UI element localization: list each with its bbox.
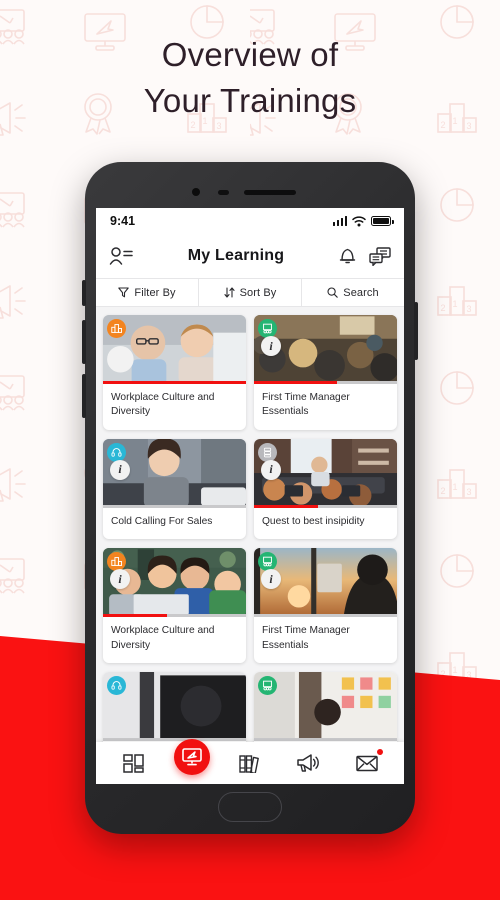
bell-icon[interactable] — [339, 247, 356, 266]
headline-line-1: Overview of — [161, 36, 339, 73]
sort-by-label: Sort By — [239, 286, 277, 299]
course-thumbnail: i — [254, 548, 397, 615]
dashboard-grid-icon — [122, 753, 144, 773]
presentation-icon — [263, 323, 272, 334]
course-title: First Time Manager Essentials — [262, 625, 350, 651]
search-label: Search — [343, 286, 379, 299]
headset-icon — [111, 448, 122, 457]
category-badge — [258, 442, 277, 462]
card-row: i Workplace Culture and Diversity i Firs… — [103, 548, 397, 664]
info-button[interactable]: i — [261, 459, 281, 480]
card-row: Workplace Culture and Diversity i First … — [103, 315, 397, 430]
nav-dashboard[interactable] — [113, 743, 153, 783]
course-title: Workplace Culture and Diversity — [111, 392, 215, 418]
course-thumbnail — [103, 315, 246, 381]
course-thumbnail: i — [103, 438, 246, 505]
megaphone-icon — [297, 754, 320, 772]
active-nav-circle[interactable] — [173, 739, 210, 775]
bottom-navigation — [96, 739, 404, 784]
search-icon — [327, 287, 339, 298]
course-card-list[interactable]: Workplace Culture and Diversity i First … — [96, 307, 404, 742]
course-thumbnail: i — [254, 438, 397, 505]
filter-icon — [118, 287, 130, 298]
monitor-learning-icon — [181, 748, 202, 766]
info-button[interactable]: i — [110, 459, 130, 480]
course-title: Workplace Culture and Diversity — [111, 625, 215, 651]
envelope-icon — [356, 755, 378, 771]
battery-full-icon — [371, 216, 394, 226]
phone-mockup: 9:41 My Learning Filter By Sort By Searc… — [82, 162, 418, 834]
status-bar: 9:41 — [96, 208, 404, 234]
phone-volume-down-button — [82, 374, 86, 418]
search-button[interactable]: Search — [301, 279, 404, 306]
headset-icon — [111, 681, 122, 691]
course-card[interactable]: i Cold Calling For Sales — [103, 438, 246, 540]
course-card[interactable] — [254, 672, 397, 742]
course-thumbnail: i — [103, 548, 246, 615]
progress-bar — [254, 381, 397, 384]
category-badge — [107, 319, 126, 338]
profile-list-icon[interactable] — [109, 246, 133, 266]
filter-by-button[interactable]: Filter By — [96, 279, 198, 306]
presentation-icon — [263, 681, 272, 691]
nav-inbox[interactable] — [347, 743, 387, 783]
podium-icon — [111, 557, 122, 567]
progress-bar — [103, 614, 246, 618]
app-header: My Learning — [96, 234, 404, 278]
course-thumbnail — [103, 672, 246, 739]
filter-by-label: Filter By — [134, 286, 176, 299]
presentation-icon — [263, 557, 272, 567]
course-card[interactable]: i First Time Manager Essentials — [254, 548, 397, 664]
home-button[interactable] — [218, 792, 282, 822]
course-card[interactable]: Workplace Culture and Diversity — [103, 315, 246, 430]
books-icon — [239, 754, 260, 773]
course-card[interactable] — [103, 672, 246, 742]
progress-bar — [103, 738, 246, 742]
signal-bars-icon — [332, 216, 347, 226]
progress-bar — [103, 504, 246, 508]
card-row — [103, 672, 397, 742]
course-card[interactable]: i Workplace Culture and Diversity — [103, 548, 246, 664]
phone-power-button — [414, 302, 418, 360]
phone-mute-button — [82, 280, 86, 306]
progress-bar — [254, 504, 397, 508]
phone-screen: 9:41 My Learning Filter By Sort By Searc… — [96, 208, 404, 784]
sort-by-button[interactable]: Sort By — [198, 279, 301, 306]
podium-icon — [111, 324, 122, 333]
progress-bar — [103, 381, 246, 384]
status-time: 9:41 — [110, 214, 136, 228]
nav-announcements[interactable] — [288, 743, 328, 783]
phone-volume-up-button — [82, 320, 86, 364]
front-camera-icon — [192, 188, 200, 196]
chat-icon[interactable] — [369, 246, 391, 266]
wifi-icon — [352, 215, 366, 226]
nav-library[interactable] — [230, 743, 270, 783]
course-thumbnail: i — [254, 315, 397, 381]
course-title: Quest to best insipidity — [262, 515, 365, 527]
course-card[interactable]: i First Time Manager Essentials — [254, 315, 397, 430]
page-title: Overview of Your Trainings — [0, 32, 500, 123]
nav-my-learning[interactable] — [172, 739, 212, 783]
progress-bar — [254, 614, 397, 618]
course-card[interactable]: i Quest to best insipidity — [254, 438, 397, 540]
headline-line-2: Your Trainings — [143, 81, 357, 119]
earpiece-speaker — [244, 190, 296, 195]
category-badge — [107, 442, 126, 462]
course-thumbnail — [254, 672, 397, 739]
card-row: i Cold Calling For Sales i Quest to best… — [103, 438, 397, 540]
progress-bar — [254, 738, 397, 742]
sort-icon — [224, 287, 235, 298]
unread-badge-dot — [376, 749, 383, 755]
info-button[interactable]: i — [261, 336, 281, 356]
course-title: First Time Manager Essentials — [262, 392, 350, 418]
category-badge — [258, 319, 277, 338]
proximity-sensor-icon — [218, 190, 229, 195]
filter-sort-search-toolbar: Filter By Sort By Search — [96, 278, 404, 307]
app-title: My Learning — [187, 247, 285, 264]
course-title: Cold Calling For Sales — [111, 515, 213, 527]
list-icon — [263, 447, 272, 458]
